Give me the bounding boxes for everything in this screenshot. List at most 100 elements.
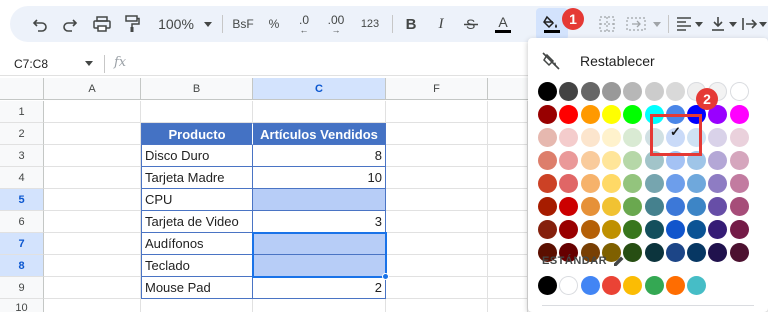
redo-icon[interactable]: [58, 6, 82, 42]
color-swatch[interactable]: [623, 151, 643, 170]
empty-cell[interactable]: [488, 299, 528, 312]
valign-chevron-down-icon[interactable]: [728, 6, 738, 42]
empty-cell[interactable]: [386, 299, 488, 312]
color-swatch[interactable]: [601, 128, 621, 147]
empty-cell[interactable]: [44, 167, 141, 189]
color-swatch[interactable]: [708, 128, 728, 147]
italic-button[interactable]: I: [430, 6, 452, 42]
product-cell[interactable]: Disco Duro: [141, 145, 253, 167]
paint-format-icon[interactable]: [120, 6, 144, 42]
empty-cell[interactable]: [44, 255, 141, 277]
standard-color-swatch[interactable]: [601, 276, 621, 295]
color-swatch[interactable]: [538, 174, 557, 193]
color-swatch[interactable]: [559, 151, 579, 170]
product-cell[interactable]: CPU: [141, 189, 253, 211]
color-swatch[interactable]: [665, 82, 685, 101]
color-swatch[interactable]: [729, 220, 749, 239]
empty-cell[interactable]: [44, 299, 141, 312]
color-swatch[interactable]: [729, 105, 749, 124]
standard-color-swatch[interactable]: [687, 276, 707, 295]
empty-cell[interactable]: [386, 101, 488, 123]
row-header-3[interactable]: 3: [0, 145, 44, 167]
color-swatch[interactable]: [644, 197, 664, 216]
empty-cell[interactable]: [488, 211, 528, 233]
color-swatch[interactable]: [623, 174, 643, 193]
color-swatch[interactable]: [729, 197, 749, 216]
color-swatch[interactable]: [644, 82, 664, 101]
more-formats-button[interactable]: 123: [356, 6, 384, 42]
color-swatch[interactable]: [601, 220, 621, 239]
empty-cell[interactable]: [488, 277, 528, 299]
column-header-b[interactable]: B: [141, 78, 253, 100]
row-header-4[interactable]: 4: [0, 167, 44, 189]
product-cell[interactable]: Tarjeta Madre: [141, 167, 253, 189]
fill-handle[interactable]: [382, 273, 389, 280]
name-box[interactable]: C7:C8: [10, 54, 95, 74]
color-swatch[interactable]: [708, 220, 728, 239]
color-swatch[interactable]: [580, 105, 600, 124]
color-swatch[interactable]: [665, 174, 685, 193]
color-swatch[interactable]: [559, 197, 579, 216]
color-swatch[interactable]: [665, 243, 685, 262]
sold-cell[interactable]: [253, 233, 386, 255]
decrease-decimal-button[interactable]: .0 ←: [292, 6, 316, 42]
color-swatch[interactable]: [538, 128, 557, 147]
standard-color-swatch[interactable]: [559, 276, 579, 295]
color-swatch[interactable]: [665, 220, 685, 239]
empty-cell[interactable]: [386, 211, 488, 233]
color-swatch[interactable]: [708, 243, 728, 262]
empty-cell[interactable]: [386, 167, 488, 189]
color-swatch[interactable]: [601, 82, 621, 101]
empty-cell[interactable]: [44, 277, 141, 299]
select-all-corner[interactable]: [0, 78, 44, 100]
color-swatch[interactable]: [559, 128, 579, 147]
empty-cell[interactable]: [386, 233, 488, 255]
empty-cell[interactable]: [141, 299, 253, 312]
color-swatch[interactable]: [559, 82, 579, 101]
zoom-chevron-down-icon[interactable]: [202, 6, 214, 42]
color-swatch[interactable]: [601, 105, 621, 124]
color-swatch[interactable]: [623, 105, 643, 124]
zoom-select[interactable]: 100%: [154, 6, 198, 42]
color-swatch[interactable]: [601, 174, 621, 193]
color-swatch[interactable]: [687, 243, 707, 262]
color-swatch[interactable]: [623, 220, 643, 239]
empty-cell[interactable]: [386, 189, 488, 211]
empty-cell[interactable]: [488, 167, 528, 189]
color-swatch[interactable]: [580, 82, 600, 101]
print-icon[interactable]: [90, 6, 114, 42]
empty-cell[interactable]: [488, 145, 528, 167]
empty-cell[interactable]: [44, 189, 141, 211]
color-swatch[interactable]: [687, 197, 707, 216]
empty-cell[interactable]: [488, 189, 528, 211]
color-swatch[interactable]: [623, 128, 643, 147]
color-swatch[interactable]: [687, 174, 707, 193]
color-swatch[interactable]: [580, 174, 600, 193]
column-header-c[interactable]: C: [253, 78, 386, 100]
name-box-chevron-down-icon[interactable]: [85, 61, 93, 66]
align-chevron-down-icon[interactable]: [694, 6, 704, 42]
color-swatch[interactable]: [708, 197, 728, 216]
currency-format-button[interactable]: BsF: [230, 6, 256, 42]
merge-chevron-down-icon[interactable]: [652, 6, 662, 42]
color-swatch[interactable]: [538, 82, 557, 101]
color-swatch[interactable]: [623, 82, 643, 101]
row-header-7[interactable]: 7: [0, 233, 44, 255]
column-header-f[interactable]: F: [386, 78, 488, 100]
row-header-9[interactable]: 9: [0, 277, 44, 299]
color-swatch[interactable]: [687, 220, 707, 239]
empty-cell[interactable]: [386, 255, 488, 277]
row-header-2[interactable]: 2: [0, 123, 44, 145]
empty-cell[interactable]: [386, 145, 488, 167]
color-swatch[interactable]: [580, 220, 600, 239]
color-swatch[interactable]: [644, 220, 664, 239]
color-swatch[interactable]: [580, 197, 600, 216]
empty-cell[interactable]: [386, 123, 488, 145]
text-wrap-icon[interactable]: [740, 6, 760, 42]
row-header-5[interactable]: 5: [0, 189, 44, 211]
color-swatch[interactable]: [729, 82, 749, 101]
color-swatch[interactable]: [623, 243, 643, 262]
header-cell-sold[interactable]: Artículos Vendidos: [253, 123, 386, 145]
vertical-align-icon[interactable]: [708, 6, 728, 42]
increase-decimal-button[interactable]: .00 →: [322, 6, 350, 42]
